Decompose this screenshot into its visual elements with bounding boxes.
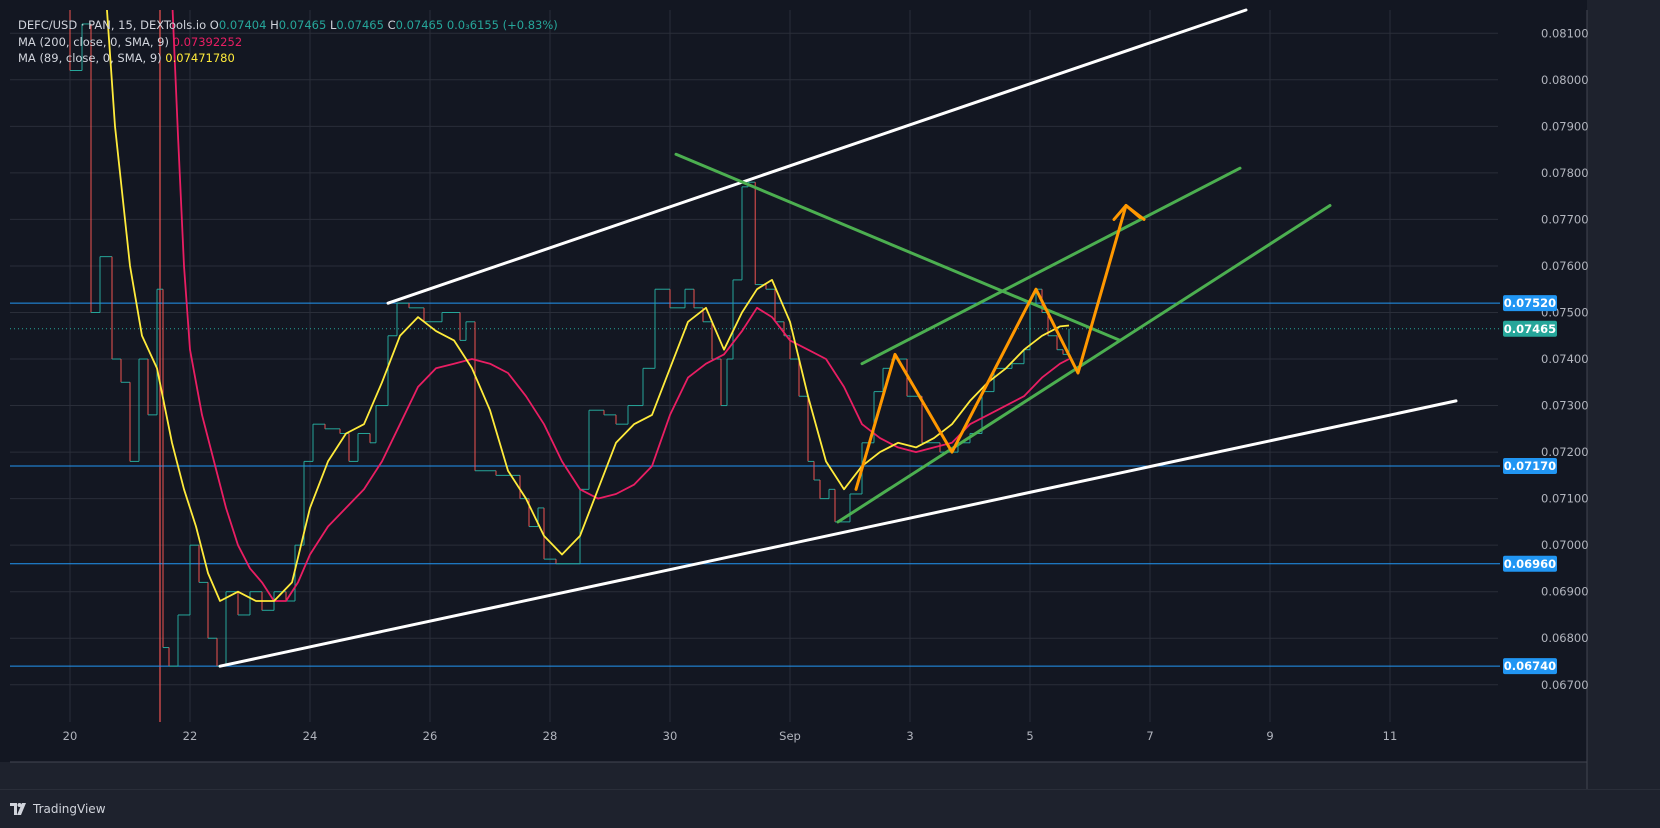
- x-tick-label: 24: [303, 729, 318, 743]
- x-tick-label: 28: [543, 729, 558, 743]
- ma89-row[interactable]: MA (89, close, 0, SMA, 9) 0.07471780: [18, 50, 558, 67]
- ma200-label: MA (200, close, 0, SMA, 9): [18, 34, 169, 49]
- y-tick-label: 0.07600: [1541, 259, 1589, 273]
- x-tick-label: 22: [183, 729, 198, 743]
- high-label: H: [270, 18, 279, 32]
- chart-window: 0.06700 0.06800 0.06900 0.07000 0.07100 0.072…: [0, 0, 1660, 828]
- y-tick-label: 0.08100: [1541, 26, 1589, 40]
- ma89-value: 0.07471780: [165, 51, 235, 65]
- tradingview-logo[interactable]: TradingView: [10, 802, 106, 816]
- x-tick-label: 26: [423, 729, 438, 743]
- grid: [10, 10, 1498, 722]
- ma89-label: MA (89, close, 0, SMA, 9): [18, 51, 162, 65]
- x-tick-label: 7: [1146, 729, 1153, 743]
- open-label: O: [209, 18, 219, 32]
- price-chart[interactable]: 0.06700 0.06800 0.06900 0.07000 0.07100 0.072…: [0, 0, 1660, 827]
- ohlc-row: DEFC/USD · PAN, 15, DEXTools.io O0.07404…: [18, 17, 558, 34]
- y-tick-label: 0.07900: [1541, 119, 1589, 133]
- y-tick-label: 0.07200: [1541, 445, 1589, 459]
- tradingview-wordmark: TradingView: [33, 802, 106, 816]
- ma200-value: 0.07392252: [172, 34, 243, 49]
- high-value: 0.07465: [278, 18, 327, 32]
- change-value: 0.0₃6155 (+0.83%): [446, 18, 558, 32]
- y-axis[interactable]: 0.06700 0.06800 0.06900 0.07000 0.07100 0.072…: [1541, 26, 1589, 692]
- level-label-text: 0.07520: [1504, 296, 1556, 310]
- y-tick-label: 0.06800: [1541, 631, 1589, 645]
- y-tick-label: 0.06900: [1541, 585, 1589, 599]
- level-label-text: 0.06960: [1504, 557, 1556, 571]
- level-label-text: 0.07170: [1504, 459, 1556, 473]
- footer-bar: TradingView: [0, 789, 1660, 828]
- ma200-row[interactable]: MA (200, close, 0, SMA, 9) 0.07392252: [18, 34, 558, 51]
- x-tick-label: 5: [1026, 729, 1033, 743]
- close-value: 0.07465: [395, 18, 444, 32]
- x-tick-label: 20: [63, 729, 78, 743]
- y-tick-label: 0.07800: [1541, 166, 1589, 180]
- y-tick-label: 0.07400: [1541, 352, 1589, 366]
- x-tick-label: 11: [1383, 729, 1398, 743]
- x-tick-label: 9: [1266, 729, 1273, 743]
- y-tick-label: 0.08000: [1541, 73, 1589, 87]
- y-tick-label: 0.06700: [1541, 678, 1589, 692]
- x-tick-label: 3: [906, 729, 913, 743]
- y-tick-label: 0.07700: [1541, 212, 1589, 226]
- close-label: C: [387, 18, 396, 32]
- level-label-text: 0.06740: [1504, 659, 1556, 673]
- low-value: 0.07465: [336, 18, 384, 32]
- y-tick-label: 0.07100: [1541, 492, 1589, 506]
- open-value: 0.07404: [218, 18, 267, 32]
- x-tick-label: Sep: [779, 729, 801, 743]
- symbol-label[interactable]: DEFC/USD · PAN, 15, DEXTools.io: [18, 18, 206, 32]
- y-tick-label: 0.07000: [1541, 538, 1589, 552]
- y-tick-label: 0.07300: [1541, 399, 1589, 413]
- tradingview-icon: [10, 803, 26, 815]
- plot-area: [10, 10, 1498, 722]
- chart-legend: DEFC/USD · PAN, 15, DEXTools.io O0.07404…: [18, 17, 558, 67]
- last-price-text: 0.07465: [1504, 322, 1556, 336]
- x-tick-label: 30: [663, 729, 678, 743]
